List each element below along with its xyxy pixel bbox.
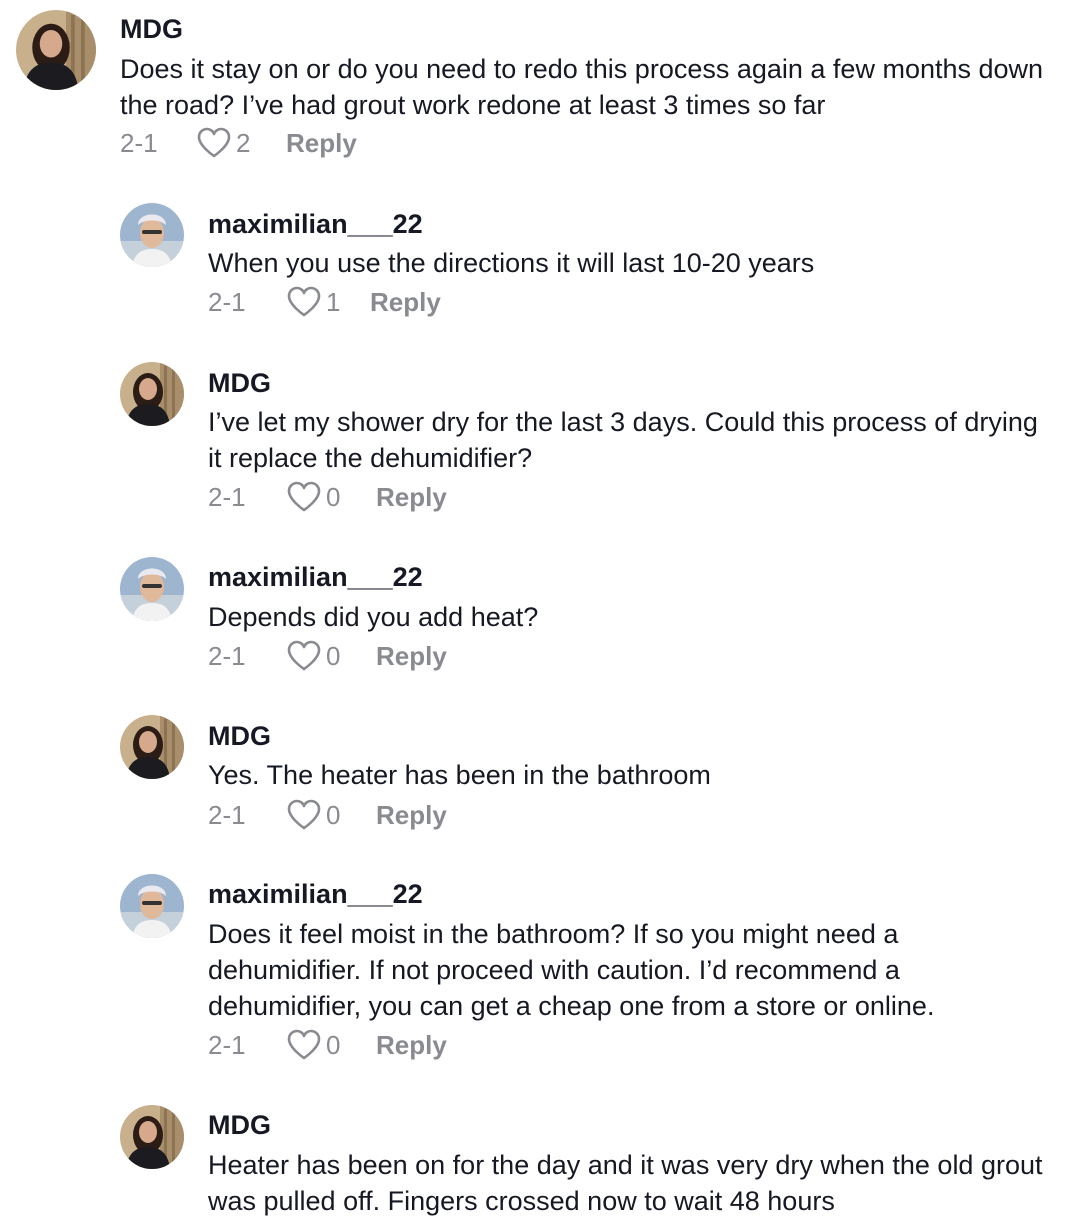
avatar-image bbox=[120, 203, 184, 267]
like-count: 0 bbox=[326, 1029, 341, 1060]
man-cap-avatar[interactable] bbox=[120, 874, 184, 938]
heart-icon bbox=[286, 640, 322, 672]
comment-meta: 2-1 0 Reply bbox=[208, 640, 447, 672]
comment-meta: 2-1 2 Reply bbox=[120, 127, 357, 159]
like-count: 0 bbox=[326, 640, 341, 671]
reply-button[interactable]: Reply bbox=[376, 800, 447, 831]
comment-date: 2-1 bbox=[208, 286, 246, 317]
heart-icon bbox=[286, 481, 322, 513]
comment-text: Does it stay on or do you need to redo t… bbox=[120, 54, 1044, 120]
like-count: 0 bbox=[326, 799, 341, 830]
comment-date: 2-1 bbox=[208, 1029, 246, 1060]
reply-button[interactable]: Reply bbox=[376, 641, 447, 672]
woman-avatar[interactable] bbox=[16, 10, 96, 90]
comment-text: I’ve let my shower dry for the last 3 da… bbox=[208, 407, 1038, 473]
comment-date: 2-1 bbox=[208, 799, 246, 830]
comment-text: Heater has been on for the day and it wa… bbox=[208, 1150, 1043, 1216]
avatar-image bbox=[120, 874, 184, 938]
comment-date: 2-1 bbox=[120, 127, 158, 158]
heart-icon bbox=[196, 127, 232, 159]
comment-username[interactable]: MDG bbox=[208, 368, 271, 399]
comment-username[interactable]: maximilian___22 bbox=[208, 879, 423, 910]
avatar-image bbox=[120, 715, 184, 779]
woman-avatar[interactable] bbox=[120, 1105, 184, 1169]
comment-text: Yes. The heater has been in the bathroom bbox=[208, 760, 711, 790]
reply-button[interactable]: Reply bbox=[286, 128, 357, 159]
comment-text: Does it feel moist in the bathroom? If s… bbox=[208, 919, 935, 1021]
woman-avatar[interactable] bbox=[120, 715, 184, 779]
comment-text: Depends did you add heat? bbox=[208, 602, 539, 632]
like-button[interactable]: 0 bbox=[286, 481, 376, 513]
like-count: 0 bbox=[326, 481, 341, 512]
like-button[interactable]: 0 bbox=[286, 799, 376, 831]
heart-icon bbox=[286, 1029, 322, 1061]
reply-button[interactable]: Reply bbox=[376, 1030, 447, 1061]
reply-button[interactable]: Reply bbox=[376, 482, 447, 513]
woman-avatar[interactable] bbox=[120, 362, 184, 426]
comment-username[interactable]: MDG bbox=[120, 14, 183, 45]
heart-icon bbox=[286, 799, 322, 831]
comment-meta: 2-1 0 Reply bbox=[208, 481, 447, 513]
comment-date: 2-1 bbox=[208, 481, 246, 512]
comment-thread: MDG Does it stay on or do you need to re… bbox=[0, 0, 1078, 1224]
man-cap-avatar[interactable] bbox=[120, 557, 184, 621]
comment-date: 2-1 bbox=[208, 640, 246, 671]
comment-username[interactable]: MDG bbox=[208, 721, 271, 752]
like-button[interactable]: 0 bbox=[286, 1029, 376, 1061]
avatar-image bbox=[120, 557, 184, 621]
comment-meta: 2-1 0 Reply bbox=[208, 799, 447, 831]
avatar-image bbox=[120, 362, 184, 426]
like-button[interactable]: 2 bbox=[196, 127, 286, 159]
comment-username[interactable]: MDG bbox=[208, 1110, 271, 1141]
like-button[interactable]: 0 bbox=[286, 640, 376, 672]
comment-text: When you use the directions it will last… bbox=[208, 248, 815, 278]
man-cap-avatar[interactable] bbox=[120, 203, 184, 267]
comment-username[interactable]: maximilian___22 bbox=[208, 562, 423, 593]
comment-username[interactable]: maximilian___22 bbox=[208, 209, 423, 240]
avatar-image bbox=[120, 1105, 184, 1169]
like-count: 1 bbox=[326, 286, 341, 317]
like-count: 2 bbox=[236, 127, 251, 158]
comment-meta: 2-1 0 Reply bbox=[208, 1029, 447, 1061]
reply-button[interactable]: Reply bbox=[370, 287, 441, 318]
comment-meta: 2-1 1 Reply bbox=[208, 286, 441, 318]
heart-icon bbox=[286, 286, 322, 318]
like-button[interactable]: 1 bbox=[286, 286, 370, 318]
avatar-image bbox=[16, 10, 96, 90]
